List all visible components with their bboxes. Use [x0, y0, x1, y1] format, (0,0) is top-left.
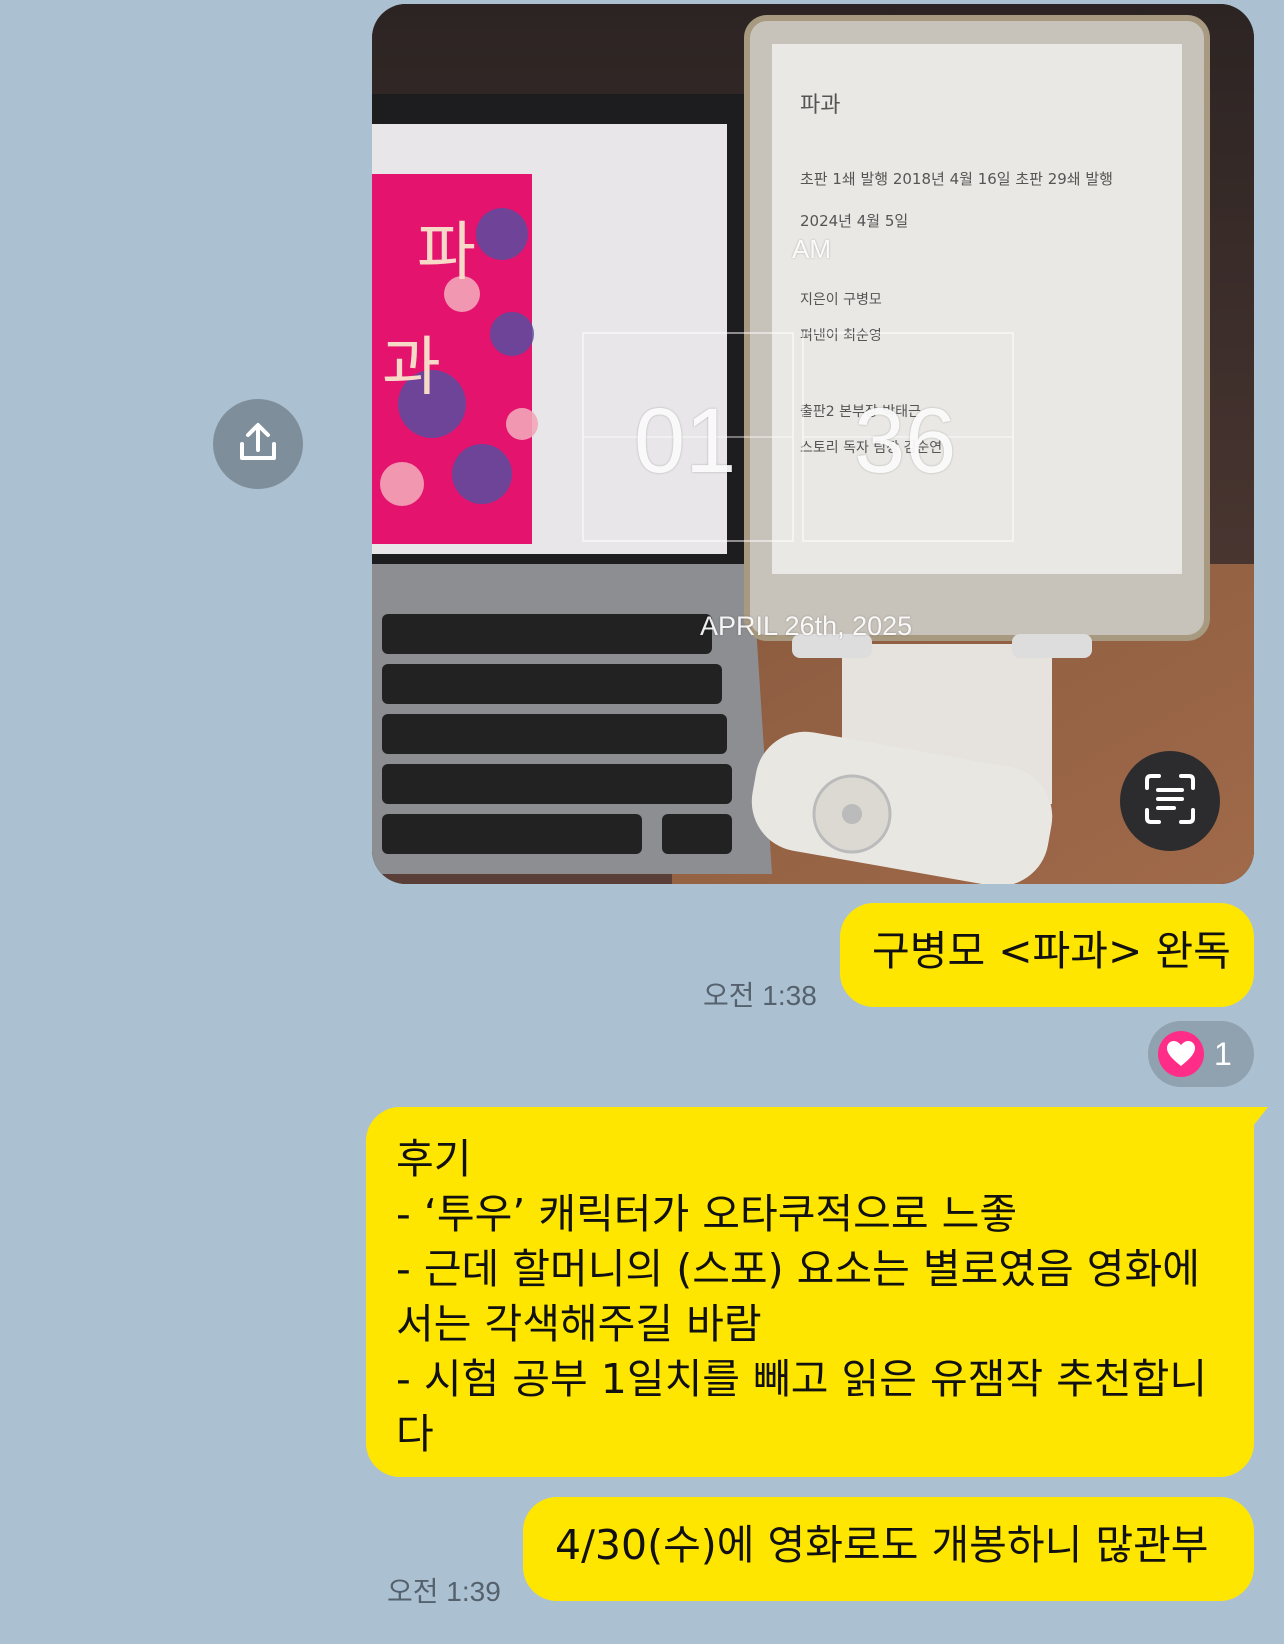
clock-hour: 01: [634, 390, 737, 492]
review-line: - ‘투우’ 캐릭터가 오타쿠적으로 느좋: [396, 1190, 1018, 1238]
review-line: 다: [396, 1410, 434, 1458]
reaction-count: 1: [1214, 1035, 1232, 1072]
review-line: 후기: [396, 1135, 472, 1183]
message-timestamp: 오전 1:38: [703, 980, 817, 1011]
clock-date: APRIL 26th, 2025: [700, 611, 913, 641]
clock-minute: 36: [854, 390, 957, 492]
bubble-tail: [1246, 1107, 1268, 1135]
review-line: - 근데 할머니의 (스포) 요소는 별로였음 영화에: [396, 1245, 1200, 1293]
message-bubble[interactable]: 구병모 <파과> 완독: [840, 903, 1254, 1007]
reaction-badge[interactable]: 1: [1148, 1021, 1254, 1087]
clock-meridiem: AM: [792, 234, 831, 264]
ereader-publisher: 펴낸이 최순영: [800, 328, 882, 344]
message-text: 구병모 <파과> 완독: [872, 927, 1231, 975]
photo-message[interactable]: 파 과 파과 초판 1쇄 발행 2018년 4월 16일 초판 29쇄 발행 2…: [372, 4, 1254, 884]
book-title-char-2: 과: [382, 331, 441, 405]
message-timestamp: 오전 1:39: [387, 1576, 501, 1607]
share-button[interactable]: [213, 399, 303, 489]
ereader-edition-2: 2024년 4월 5일: [800, 212, 908, 230]
ereader-author: 지은이 구병모: [800, 292, 882, 308]
photo-image: 파 과 파과 초판 1쇄 발행 2018년 4월 16일 초판 29쇄 발행 2…: [372, 4, 1254, 884]
share-icon: [236, 420, 280, 468]
book-title-char-1: 파: [417, 216, 476, 290]
ereader-title: 파과: [800, 93, 840, 118]
heart-icon: [1158, 1031, 1204, 1077]
text-scan-icon: [1143, 772, 1197, 830]
message-text: 4/30(수)에 영화로도 개봉하니 많관부: [555, 1521, 1209, 1569]
message-bubble-review[interactable]: 후기 - ‘투우’ 캐릭터가 오타쿠적으로 느좋 - 근데 할머니의 (스포) …: [366, 1107, 1268, 1477]
text-scan-button[interactable]: [1120, 751, 1220, 851]
ereader-edition-1: 초판 1쇄 발행 2018년 4월 16일 초판 29쇄 발행: [800, 170, 1113, 188]
review-line: - 시험 공부 1일치를 빼고 읽은 유잼작 추천합니: [396, 1355, 1208, 1403]
message-bubble[interactable]: 4/30(수)에 영화로도 개봉하니 많관부: [523, 1497, 1254, 1601]
review-line: 서는 각색해주길 바람: [396, 1300, 762, 1348]
